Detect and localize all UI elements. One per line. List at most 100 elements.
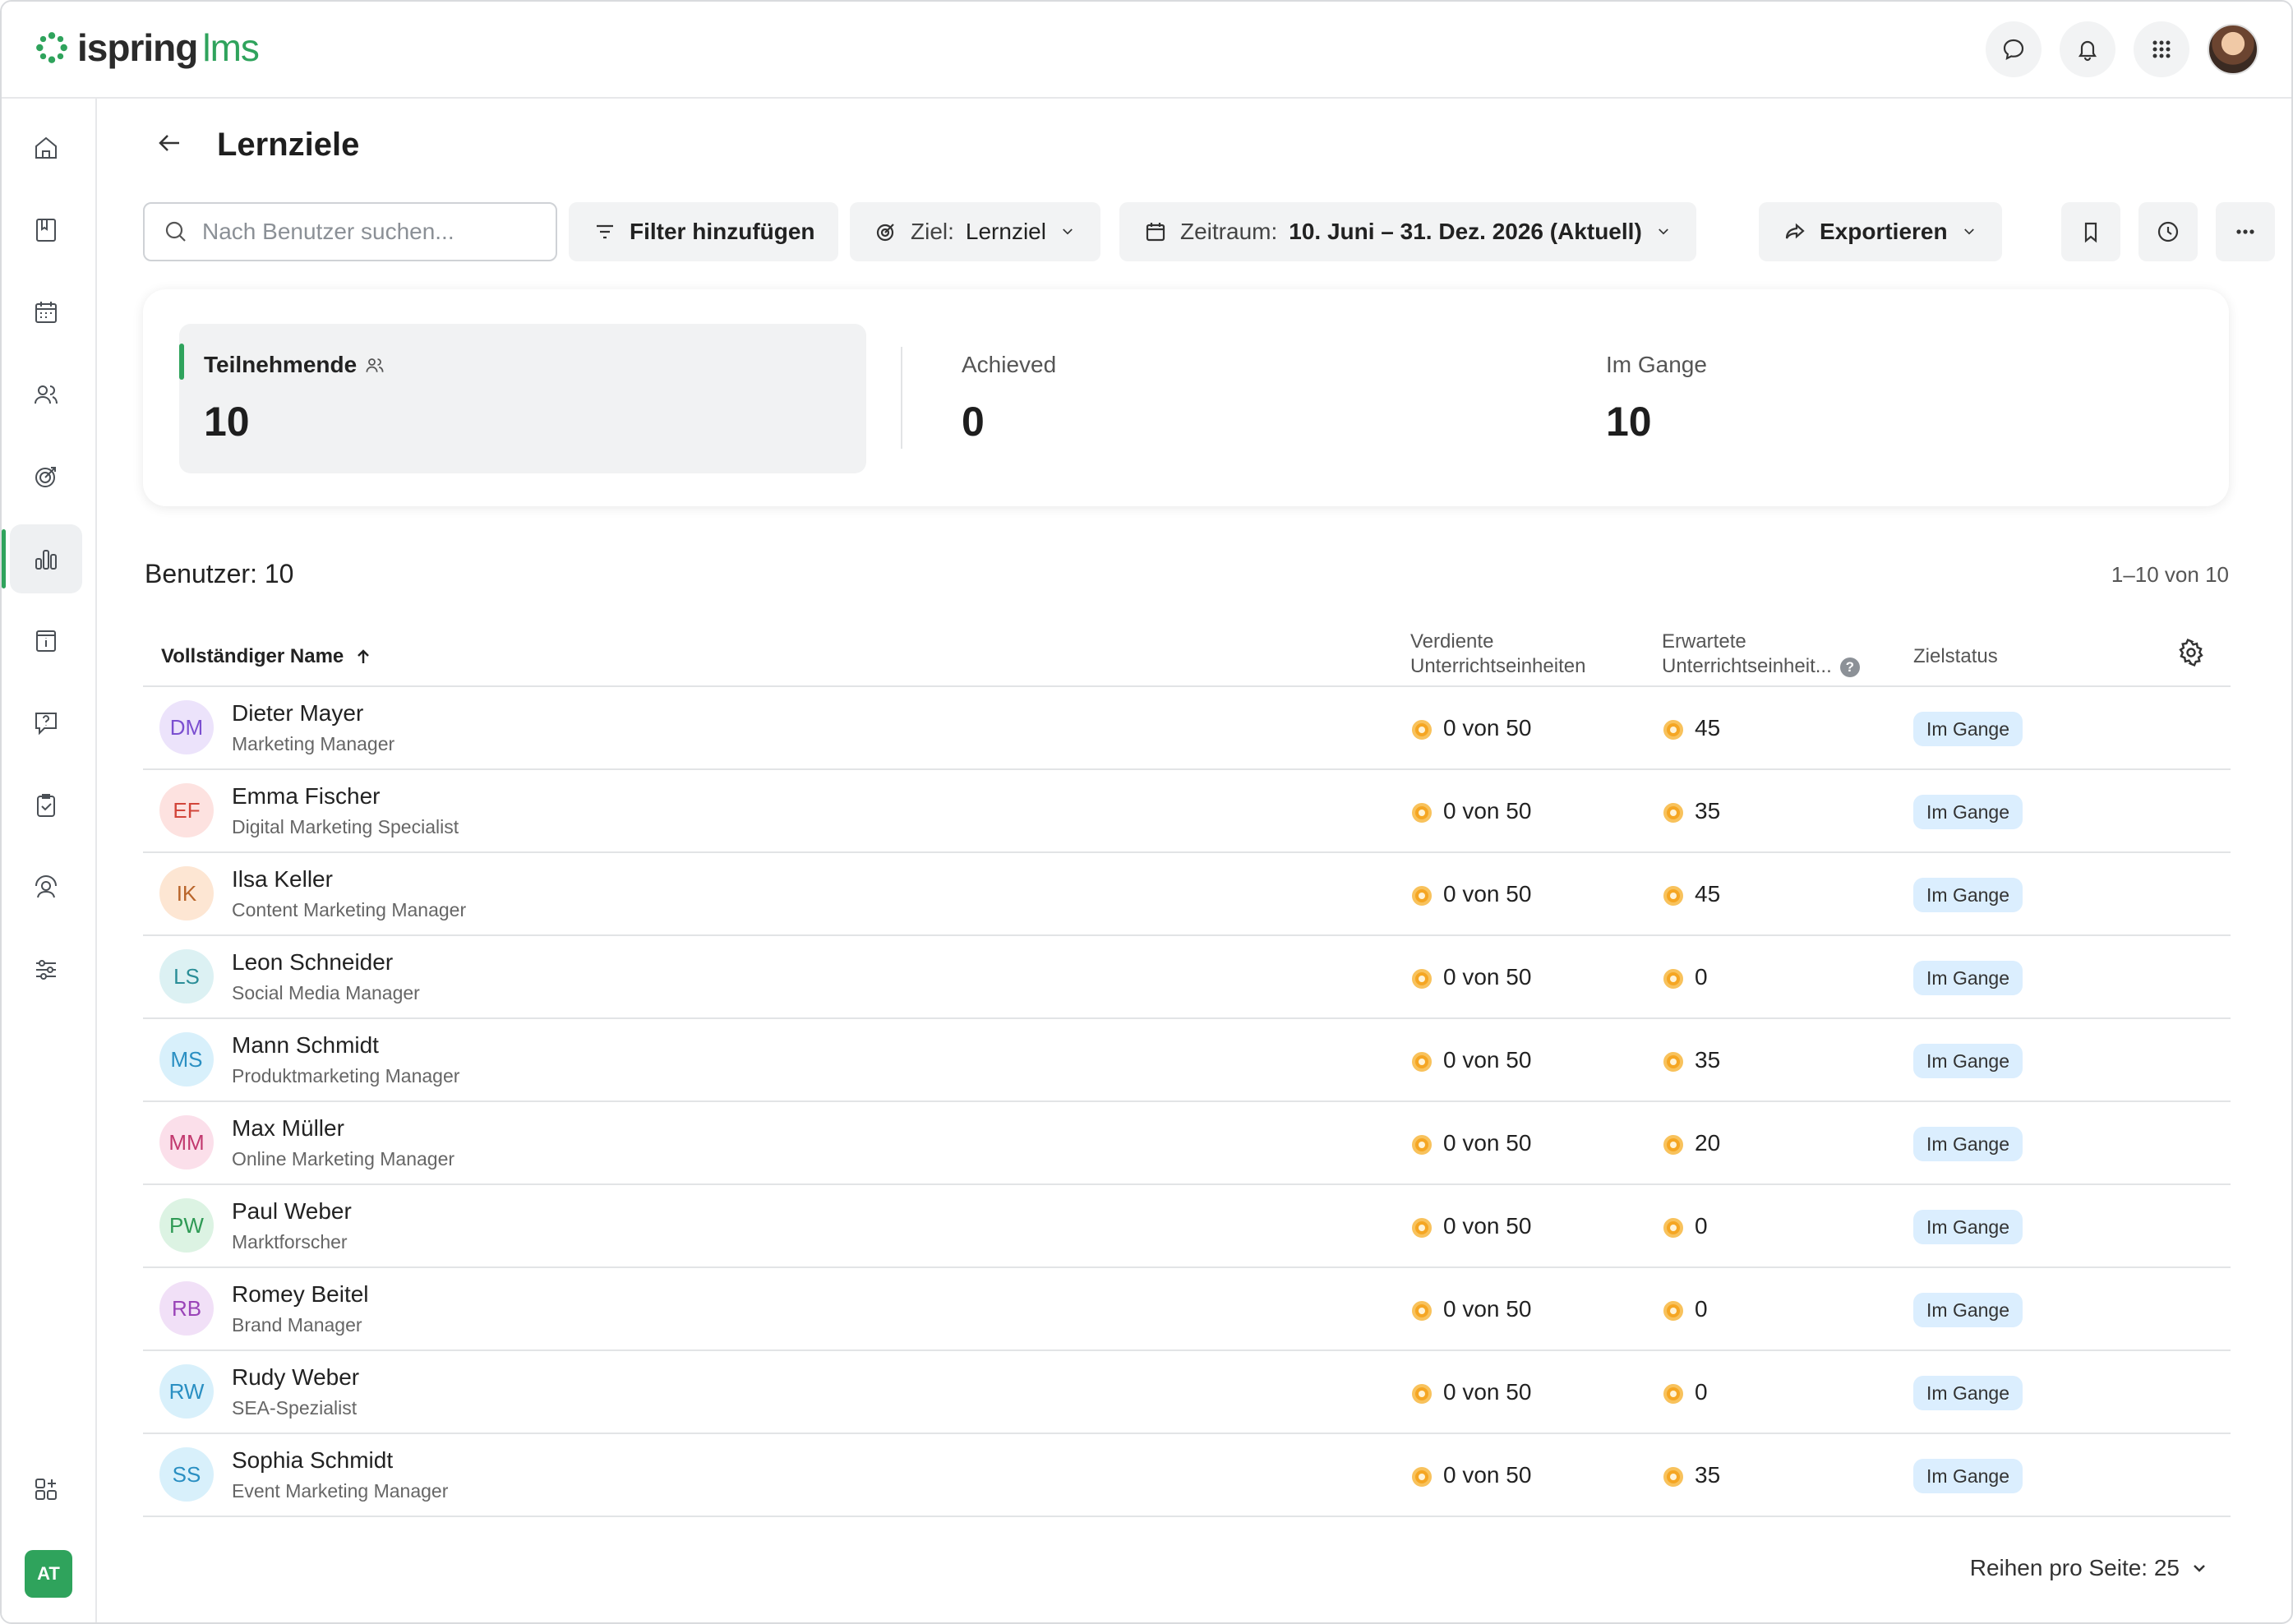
- sliders-icon: [36, 960, 56, 980]
- user-initials-avatar: PW: [159, 1198, 214, 1253]
- more-button[interactable]: [2216, 202, 2275, 261]
- search-input[interactable]: [202, 219, 531, 245]
- sidebar-item-questions[interactable]: [10, 689, 82, 758]
- user-name[interactable]: Emma Fischer: [232, 783, 380, 810]
- table-row[interactable]: MM Max Müller Online Marketing Manager 0…: [143, 1102, 2231, 1185]
- search-field[interactable]: [143, 202, 557, 261]
- table-row[interactable]: PW Paul Weber Marktforscher 0 von 50 0 I…: [143, 1185, 2231, 1268]
- sidebar-item-library[interactable]: [10, 196, 82, 265]
- status-badge: Im Gange: [1913, 1210, 2023, 1244]
- stat-achieved-value: 0: [962, 399, 985, 445]
- stat-achieved[interactable]: Achieved 0: [962, 324, 1373, 473]
- earned-units-value: 0 von 50: [1443, 1130, 1532, 1156]
- expected-units-value: 35: [1695, 1047, 1721, 1073]
- expected-units-cell: 20: [1663, 1130, 1720, 1156]
- expected-units-cell: 0: [1663, 964, 1708, 990]
- help-icon[interactable]: ?: [1839, 657, 1860, 677]
- expected-units-cell: 0: [1663, 1296, 1708, 1322]
- stat-in-progress[interactable]: Im Gange 10: [1606, 324, 2017, 473]
- bookmark-button[interactable]: [2061, 202, 2120, 261]
- sidebar-item-reports[interactable]: [2, 524, 82, 593]
- chat-button[interactable]: [1986, 21, 2042, 77]
- user-role: Brand Manager: [232, 1314, 362, 1336]
- column-header-earned[interactable]: Verdiente Unterrichtseinheiten: [1410, 630, 1585, 679]
- user-name[interactable]: Ilsa Keller: [232, 866, 333, 893]
- expected-units-cell: 45: [1663, 715, 1720, 741]
- add-filter-button[interactable]: Filter hinzufügen: [569, 202, 838, 261]
- toolbar: Filter hinzufügen Ziel: Lernziel Zeitrau…: [143, 202, 2275, 261]
- sidebar-item-info[interactable]: [10, 607, 82, 676]
- user-name[interactable]: Leon Schneider: [232, 949, 393, 976]
- user-initials-avatar: RB: [159, 1281, 214, 1336]
- back-button[interactable]: [153, 127, 186, 164]
- table-row[interactable]: IK Ilsa Keller Content Marketing Manager…: [143, 853, 2231, 936]
- expected-units-value: 0: [1695, 1213, 1708, 1239]
- export-button[interactable]: Exportieren: [1759, 202, 2002, 261]
- earned-units-value: 0 von 50: [1443, 881, 1532, 907]
- table-settings-button[interactable]: [2176, 638, 2206, 671]
- goal-dropdown[interactable]: Ziel: Lernziel: [850, 202, 1100, 261]
- column-header-status[interactable]: Zielstatus: [1913, 644, 1998, 669]
- coin-icon: [1412, 968, 1432, 989]
- user-name[interactable]: Romey Beitel: [232, 1281, 369, 1308]
- history-button[interactable]: [2138, 202, 2198, 261]
- app-logo[interactable]: ispring lms: [35, 23, 260, 72]
- sidebar-item-tasks[interactable]: [10, 771, 82, 840]
- user-name[interactable]: Sophia Schmidt: [232, 1447, 393, 1474]
- sidebar-item-home[interactable]: [10, 113, 82, 182]
- user-initials-avatar: EF: [159, 783, 214, 837]
- table-row[interactable]: RW Rudy Weber SEA-Spezialist 0 von 50 0 …: [143, 1351, 2231, 1434]
- apps-button[interactable]: [2134, 21, 2189, 77]
- table-row[interactable]: DM Dieter Mayer Marketing Manager 0 von …: [143, 687, 2231, 770]
- user-avatar[interactable]: [2208, 24, 2258, 75]
- earned-units-value: 0 von 50: [1443, 715, 1532, 740]
- sidebar-item-calendar[interactable]: [10, 278, 82, 347]
- column-header-name[interactable]: Vollständiger Name: [161, 644, 373, 669]
- user-name[interactable]: Rudy Weber: [232, 1364, 359, 1391]
- period-value: 10. Juni – 31. Dez. 2026 (Aktuell): [1289, 219, 1642, 244]
- chevron-down-icon: [1963, 228, 1974, 235]
- table-row[interactable]: LS Leon Schneider Social Media Manager 0…: [143, 936, 2231, 1019]
- period-dropdown[interactable]: Zeitraum: 10. Juni – 31. Dez. 2026 (Aktu…: [1119, 202, 1696, 261]
- stat-participants-value: 10: [204, 399, 250, 445]
- column-header-expected[interactable]: Erwartete Unterrichtseinheit...?: [1662, 630, 1884, 679]
- table-row[interactable]: RB Romey Beitel Brand Manager 0 von 50 0…: [143, 1268, 2231, 1351]
- stat-participants[interactable]: Teilnehmende 10: [179, 324, 866, 473]
- sidebar-item-users[interactable]: [10, 360, 82, 429]
- status-badge: Im Gange: [1913, 1293, 2023, 1327]
- logo-mark-icon: [36, 32, 67, 63]
- notifications-button[interactable]: [2060, 21, 2115, 77]
- earned-units-cell: 0 von 50: [1412, 1296, 1531, 1322]
- bookmark-icon: [2084, 222, 2097, 243]
- table-row[interactable]: MS Mann Schmidt Produktmarketing Manager…: [143, 1019, 2231, 1102]
- stat-in-progress-value: 10: [1606, 399, 1652, 445]
- coin-icon: [1663, 968, 1683, 989]
- stat-divider: [901, 347, 902, 449]
- column-header-name-label: Vollständiger Name: [161, 645, 344, 667]
- rows-per-page-select[interactable]: Reihen pro Seite: 25: [1970, 1555, 2209, 1581]
- sidebar-item-add-widgets[interactable]: [10, 1455, 82, 1524]
- sidebar-item-settings[interactable]: [10, 935, 82, 1004]
- account-badge[interactable]: AT: [25, 1550, 72, 1598]
- user-name[interactable]: Dieter Mayer: [232, 700, 363, 727]
- calendar-icon: [35, 302, 57, 323]
- user-name[interactable]: Mann Schmidt: [232, 1032, 379, 1059]
- user-name[interactable]: Max Müller: [232, 1115, 344, 1142]
- column-header-expected-line2: Unterrichtseinheit...: [1662, 655, 1832, 677]
- earned-units-value: 0 von 50: [1443, 798, 1532, 824]
- coin-icon: [1663, 1383, 1683, 1404]
- table-row[interactable]: EF Emma Fischer Digital Marketing Specia…: [143, 770, 2231, 853]
- sidebar-item-support[interactable]: [10, 853, 82, 922]
- grid-icon: [2152, 40, 2171, 58]
- sidebar-item-goals[interactable]: [10, 442, 82, 511]
- expected-units-value: 20: [1695, 1130, 1721, 1156]
- column-header-expected-line1: Erwartete: [1662, 630, 1746, 653]
- table-row[interactable]: SS Sophia Schmidt Event Marketing Manage…: [143, 1434, 2231, 1517]
- coin-icon: [1663, 1300, 1683, 1321]
- user-name[interactable]: Paul Weber: [232, 1198, 352, 1225]
- coin-icon: [1412, 719, 1432, 740]
- user-initials-avatar: LS: [159, 949, 214, 1003]
- export-label: Exportieren: [1820, 219, 1948, 244]
- bell-icon: [2078, 40, 2097, 62]
- goal-prefix: Ziel:: [911, 219, 954, 244]
